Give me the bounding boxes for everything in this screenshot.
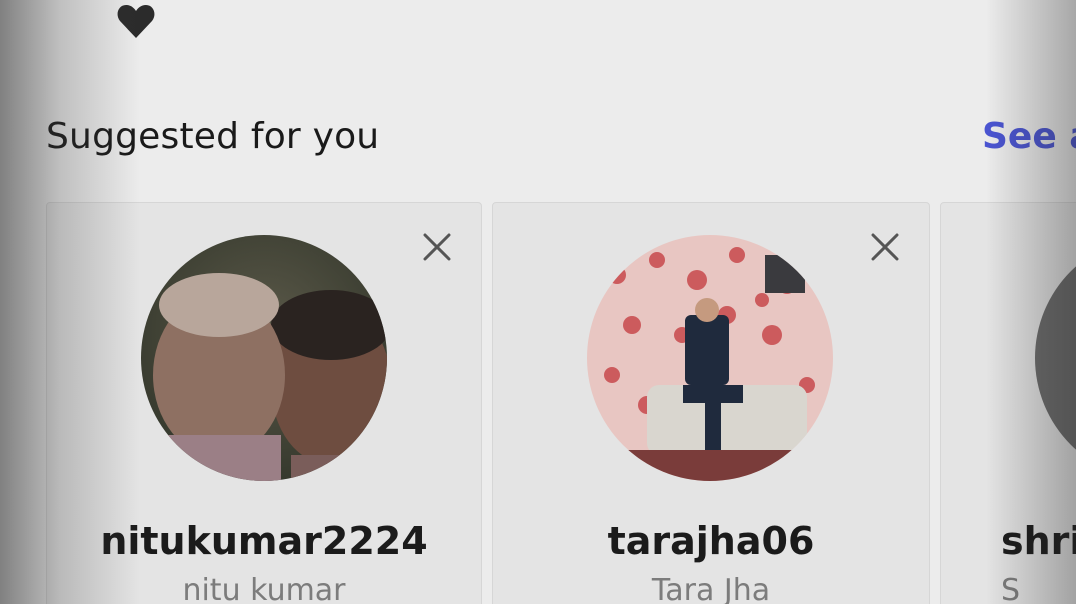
avatar[interactable] xyxy=(1035,235,1076,481)
suggestion-username[interactable]: shris xyxy=(1001,519,1076,563)
see-all-link[interactable]: See a xyxy=(982,116,1076,157)
suggestions-screen: Suggested for you See a nitukumar2224 ni… xyxy=(0,0,1076,604)
suggestion-fullname: S xyxy=(1001,573,1021,604)
section-title: Suggested for you xyxy=(46,116,380,157)
close-icon[interactable] xyxy=(419,229,455,265)
avatar[interactable] xyxy=(587,235,833,481)
suggestion-fullname: Tara Jha xyxy=(651,573,771,604)
suggestion-card[interactable]: tarajha06 Tara Jha xyxy=(492,202,930,604)
close-icon[interactable] xyxy=(867,229,903,265)
heart-icon[interactable] xyxy=(116,2,156,40)
avatar[interactable] xyxy=(141,235,387,481)
suggestion-username[interactable]: tarajha06 xyxy=(493,519,929,563)
suggestion-username[interactable]: nitukumar2224 xyxy=(47,519,481,563)
suggestion-fullname: nitu kumar xyxy=(182,573,346,604)
suggestion-card[interactable]: nitukumar2224 nitu kumar xyxy=(46,202,482,604)
suggestion-card[interactable]: shris S xyxy=(940,202,1076,604)
